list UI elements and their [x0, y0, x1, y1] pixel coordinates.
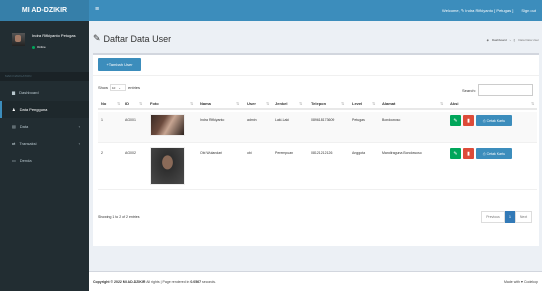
sort-icon: ⇅ — [372, 101, 376, 106]
sort-icon: ⇅ — [236, 101, 240, 106]
top-navbar: MI AD-DZIKIR ≡ Welcome, ✎ Indra Rifkiyan… — [0, 0, 542, 21]
avatar — [12, 33, 25, 46]
transaction-icon: ⇄ — [12, 141, 16, 146]
column-header-id[interactable]: ID — [125, 101, 129, 106]
user-name: Indra Rifkiyanto Petugas — [32, 33, 76, 38]
edit-icon: ✎ — [93, 33, 101, 43]
chevron-left-icon: ‹ — [78, 124, 80, 129]
file-icon: ▯ — [513, 38, 516, 42]
add-user-button[interactable]: +Tambah User — [98, 58, 141, 71]
app-logo[interactable]: MI AD-DZIKIR — [0, 0, 89, 21]
sort-icon: ⇅ — [190, 101, 194, 106]
column-header-alamat[interactable]: Alamat — [382, 101, 395, 106]
table-header: No ⇅ ID ⇅ Foto ⇅ Nama ⇅ User ⇅ Jenkel ⇅ … — [98, 99, 537, 110]
footer-credit[interactable]: Made with ♥ Codekop — [504, 280, 538, 284]
chevron-left-icon: ‹ — [78, 141, 80, 146]
divider — [93, 75, 539, 76]
column-header-jenkel[interactable]: Jenkel — [275, 101, 287, 106]
row-actions: ✎ ▮ ⎙ Cetak Kartu — [450, 148, 512, 159]
column-header-level[interactable]: Level — [352, 101, 362, 106]
online-dot-icon — [32, 45, 35, 49]
sidebar-item-transaksi[interactable]: ⇄ Transaksi ‹ — [0, 135, 89, 152]
sidebar-item-denda[interactable]: ▭ Denda — [0, 152, 89, 169]
sort-icon: ⇅ — [531, 101, 535, 106]
chevron-down-icon: ⌄ — [118, 85, 121, 90]
footer: Copyright © 2022 MI AD-DZIKIR All rights… — [89, 271, 542, 291]
column-header-foto[interactable]: Foto — [150, 101, 159, 106]
table-row: 1 AG001 Indra Rifkiyanto admin Laki-Laki… — [98, 112, 537, 143]
search-input[interactable] — [477, 84, 533, 96]
footer-copyright: Copyright © 2022 MI AD-DZIKIR All rights… — [93, 280, 217, 284]
sort-icon: ⇅ — [117, 101, 121, 106]
column-header-no[interactable]: No — [101, 101, 106, 106]
column-header-nama[interactable]: Nama — [200, 101, 211, 106]
breadcrumb-current: Data Data User — [518, 38, 539, 42]
table-search: Search: — [462, 84, 533, 96]
pagination-page-1[interactable]: 1 — [505, 211, 515, 223]
data-table-box: +Tambah User Show 10 ⌄ entries Search: N… — [93, 53, 539, 246]
column-header-user[interactable]: User — [247, 101, 256, 106]
user-photo — [150, 114, 185, 136]
dashboard-icon: ◈ — [486, 38, 489, 42]
delete-button[interactable]: ▮ — [463, 115, 474, 126]
edit-button[interactable]: ✎ — [450, 148, 461, 159]
pagination: Previous 1 Next — [481, 211, 532, 223]
dashboard-icon: ▆ — [12, 90, 16, 95]
sidebar: Indra Rifkiyanto Petugas Online MAIN NAV… — [0, 21, 89, 291]
sort-icon: ⇅ — [266, 101, 270, 106]
edit-icon: ✎ — [453, 150, 458, 157]
print-icon: ⎙ — [482, 118, 486, 123]
column-header-telepon[interactable]: Telepon — [311, 101, 326, 106]
sidebar-item-data[interactable]: ▤ Data ‹ — [0, 118, 89, 135]
column-header-aksi: Aksi — [450, 101, 459, 106]
breadcrumb: ◈ Dashboard › ▯ Data Data User — [486, 38, 539, 42]
pagination-previous[interactable]: Previous — [481, 211, 505, 223]
sort-icon: ⇅ — [341, 101, 345, 106]
delete-button[interactable]: ▮ — [463, 148, 474, 159]
table-info: Showing 1 to 2 of 2 entries — [98, 215, 140, 219]
sign-out-link[interactable]: Sign out — [521, 8, 536, 13]
user-icon: ♟ — [12, 107, 16, 112]
sort-icon: ⇅ — [299, 101, 303, 106]
nav-header: MAIN NAVIGATION — [0, 72, 89, 81]
user-status: Online — [32, 45, 46, 49]
sidebar-item-dashboard[interactable]: ▆ Dashboard — [0, 84, 89, 101]
sort-icon: ⇅ — [440, 101, 444, 106]
trash-icon: ▮ — [467, 117, 470, 124]
entries-select[interactable]: 10 ⌄ — [110, 84, 127, 91]
pagination-next[interactable]: Next — [515, 211, 532, 223]
row-actions: ✎ ▮ ⎙ Cetak Kartu — [450, 115, 512, 126]
print-card-button[interactable]: ⎙ Cetak Kartu — [476, 148, 512, 159]
edit-icon: ✎ — [453, 117, 458, 124]
sidebar-item-data-pengguna[interactable]: ♟ Data Pengguna — [0, 101, 89, 118]
print-icon: ⎙ — [482, 151, 486, 156]
user-welcome-link[interactable]: Welcome, ✎ Indra Rifkiyanto [ Petugas ] — [442, 8, 513, 13]
page-title: ✎ Daftar Data User — [93, 33, 172, 44]
fine-icon: ▭ — [12, 158, 16, 163]
sort-icon: ⇅ — [139, 101, 143, 106]
edit-button[interactable]: ✎ — [450, 115, 461, 126]
breadcrumb-dashboard[interactable]: Dashboard — [492, 38, 507, 42]
data-icon: ▤ — [12, 124, 16, 129]
content-area: ✎ Daftar Data User ◈ Dashboard › ▯ Data … — [89, 21, 542, 271]
user-photo — [150, 147, 185, 185]
entries-length-control: Show 10 ⌄ entries — [98, 84, 141, 91]
menu-toggle-icon[interactable]: ≡ — [95, 6, 99, 14]
trash-icon: ▮ — [467, 150, 470, 157]
table-row: 2 AG002 Obi Wulandari obi Perempuan 0812… — [98, 145, 537, 190]
print-card-button[interactable]: ⎙ Cetak Kartu — [476, 115, 512, 126]
